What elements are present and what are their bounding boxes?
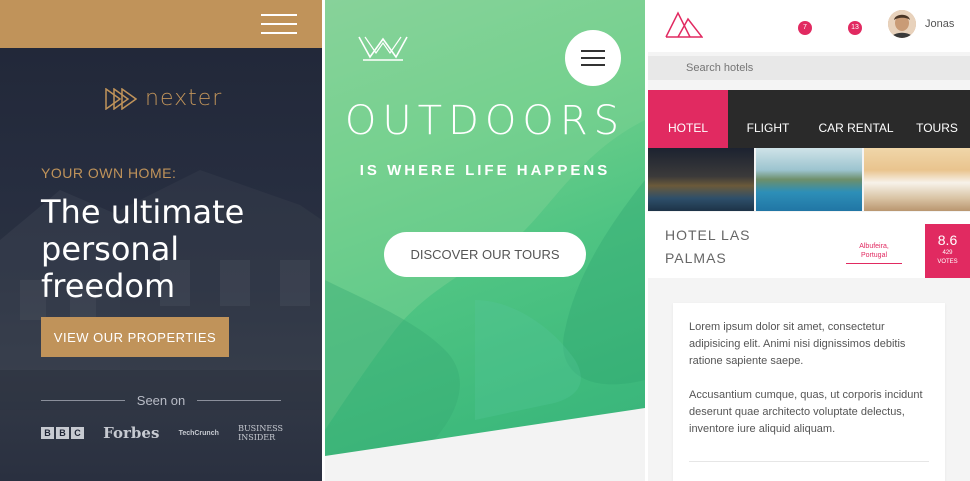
seen-on-divider: Seen on (41, 393, 281, 408)
nexter-panel: nexter YOUR OWN HOME: The ultimate perso… (0, 0, 322, 481)
tab-tours[interactable]: TOURS (904, 90, 970, 148)
crown-logo-icon[interactable] (357, 33, 409, 63)
divider-line-left (41, 400, 125, 401)
business-insider-line: Insider (238, 433, 276, 442)
hotel-location-link[interactable]: Albufeira, Portugal (846, 242, 902, 264)
hotel-photo-terrace[interactable] (864, 148, 970, 211)
hotel-photo-pool-umbrellas[interactable] (756, 148, 862, 211)
top-bar (0, 0, 322, 48)
bbc-logo: B B C (41, 427, 84, 439)
avatar[interactable] (888, 10, 916, 38)
bbc-letter: B (56, 427, 69, 439)
search-input[interactable] (648, 56, 970, 80)
votes-count: 429 (942, 250, 953, 256)
description-paragraph: Accusantium cumque, quas, ut corporis in… (689, 389, 923, 435)
app-header: 7 13 Jonas (648, 0, 970, 52)
booking-tabs: HOTEL FLIGHT CAR RENTAL TOURS (648, 90, 970, 148)
seen-on-label: Seen on (136, 393, 186, 408)
hotel-description-card: Lorem ipsum dolor sit amet, consectetur … (673, 303, 945, 481)
view-properties-button[interactable]: VIEW OUR PROPERTIES (41, 317, 229, 357)
bbc-letter: C (71, 427, 84, 439)
votes-label: VOTES (937, 259, 958, 265)
logo-text: nexter (145, 86, 223, 111)
location-line: Albufeira, (859, 243, 889, 250)
business-insider-logo: Business Insider (238, 424, 283, 442)
user-photo-icon (888, 10, 916, 38)
rating-badge: 8.6 429 VOTES (925, 224, 970, 278)
card-divider (689, 461, 929, 462)
techcrunch-logo: TechCrunch (178, 429, 219, 437)
press-logos: B B C Forbes TechCrunch Business Insider (41, 424, 283, 442)
hotel-gallery (648, 148, 970, 211)
hero-title: The ultimate personal freedom (41, 193, 245, 305)
description-paragraph: Lorem ipsum dolor sit amet, consectetur … (689, 321, 906, 367)
triangle-logo-icon (105, 87, 137, 110)
hero-kicker: YOUR OWN HOME: (41, 165, 177, 181)
forbes-logo: Forbes (103, 424, 160, 442)
hotels-panel: 7 13 Jonas HOTEL FLIGHT CAR RENTAL TOURS (648, 0, 970, 481)
location-line: Portugal (860, 252, 888, 259)
hero-subtitle: IS WHERE LIFE HAPPENS (359, 162, 611, 179)
outdoors-panel: OUTDOORS IS WHERE LIFE HAPPENS DISCOVER … (325, 0, 645, 481)
tab-hotel[interactable]: HOTEL (648, 90, 728, 148)
mountain-logo-icon[interactable] (665, 10, 703, 38)
hamburger-menu-icon[interactable] (261, 12, 297, 36)
business-insider-line: Business (238, 424, 283, 433)
divider-line-right (197, 400, 281, 401)
hamburger-menu-icon[interactable] (565, 30, 621, 86)
user-name[interactable]: Jonas (925, 18, 954, 30)
bbc-letter: B (41, 427, 54, 439)
tab-flight[interactable]: FLIGHT (728, 90, 808, 148)
showcase-stage: nexter YOUR OWN HOME: The ultimate perso… (0, 0, 970, 481)
messages-badge[interactable]: 13 (848, 21, 862, 35)
hero-title: OUTDOORS (344, 98, 626, 144)
hotel-summary: HOTEL LAS PALMAS Albufeira, Portugal 8.6… (648, 212, 970, 278)
brand-logo[interactable]: nexter (105, 86, 222, 111)
tab-car-rental[interactable]: CAR RENTAL (808, 90, 904, 148)
hotel-name: HOTEL LAS PALMAS (665, 227, 751, 266)
discover-tours-button[interactable]: DISCOVER OUR TOURS (384, 232, 586, 277)
rating-value: 8.6 (937, 232, 958, 248)
hotel-photo-night-pool[interactable] (648, 148, 754, 211)
bookmarks-badge[interactable]: 7 (798, 21, 812, 35)
